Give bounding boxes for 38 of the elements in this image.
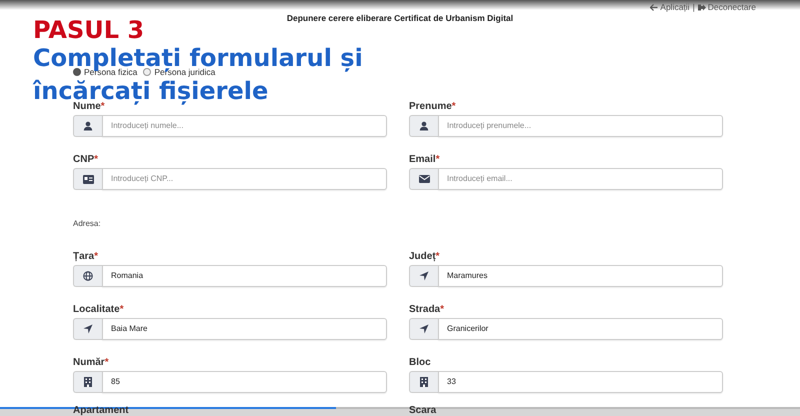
- input-field[interactable]: Romania: [102, 265, 387, 287]
- building-icon: [84, 377, 92, 387]
- field-label: Strada*: [409, 303, 444, 316]
- field-label: Țara*: [73, 250, 98, 263]
- field-label: Localitate*: [73, 303, 124, 316]
- sign-out-icon: [698, 4, 706, 11]
- input-field[interactable]: Introduceți numele...: [102, 115, 387, 137]
- location-arrow-icon: [419, 324, 429, 334]
- input-field[interactable]: Maramures: [438, 265, 723, 287]
- input-field[interactable]: 33: [438, 371, 723, 393]
- globe-icon: [83, 271, 93, 281]
- person-icon: [83, 121, 93, 131]
- back-arrow-icon: [650, 4, 658, 11]
- field-label: Număr*: [73, 356, 109, 369]
- id-card-icon: [82, 174, 94, 184]
- apps-link[interactable]: Aplicații: [650, 1, 690, 14]
- field-label: Bloc: [409, 356, 431, 369]
- field-label: CNP*: [73, 153, 98, 166]
- input-field[interactable]: Baia Mare: [102, 318, 387, 340]
- step-heading: PASUL 3: [33, 18, 144, 42]
- link-separator: |: [692, 1, 695, 14]
- page-title: Depunere cerere eliberare Certificat de Urbanism Digital: [286, 12, 514, 25]
- field-label: Prenume*: [409, 100, 456, 113]
- field-label: Scara: [409, 404, 436, 416]
- envelope-icon: [418, 175, 430, 183]
- section-label: Adresa:: [73, 218, 101, 230]
- input-field[interactable]: Introduceți email...: [438, 168, 723, 190]
- logout-link[interactable]: Deconectare: [698, 1, 756, 14]
- input-field[interactable]: Introduceți CNP...: [102, 168, 387, 190]
- location-arrow-icon: [419, 271, 429, 281]
- building-icon: [420, 377, 428, 387]
- field-label: Email*: [409, 153, 440, 166]
- field-label: Județ*: [409, 250, 440, 263]
- input-field[interactable]: Introduceți prenumele...: [438, 115, 723, 137]
- location-arrow-icon: [83, 324, 93, 334]
- input-field[interactable]: 85: [102, 371, 387, 393]
- person-icon: [419, 121, 429, 131]
- input-field[interactable]: Granicerilor: [438, 318, 723, 340]
